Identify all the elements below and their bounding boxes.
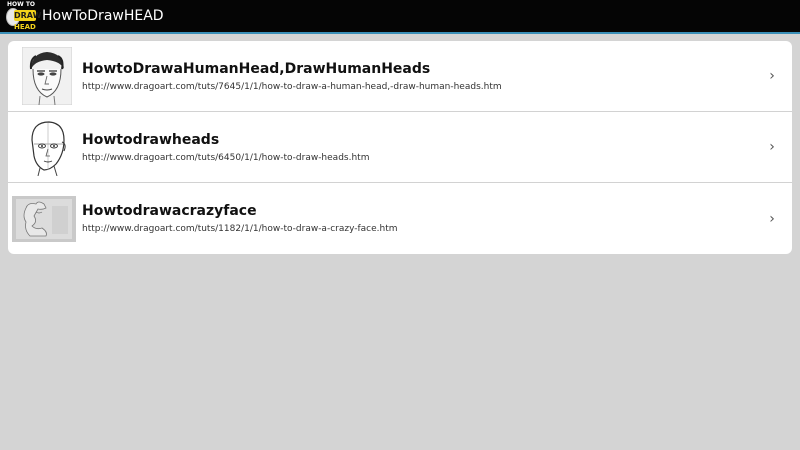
logo-text-middle: DRAW bbox=[14, 10, 42, 21]
list-item-url: http://www.dragoart.com/tuts/1182/1/1/ho… bbox=[82, 224, 398, 234]
list-item-title: HowtoDrawaHumanHead,DrawHumanHeads bbox=[82, 60, 431, 77]
app-root: HOW TO DRAW HEAD HowToDrawHEAD HowtoDraw… bbox=[0, 0, 800, 450]
chevron-right-icon: › bbox=[769, 210, 775, 227]
app-logo[interactable]: HOW TO DRAW HEAD bbox=[4, 0, 42, 32]
list-item-text: Howtodrawacrazyface http://www.dragoart.… bbox=[82, 203, 762, 234]
list-item-title: Howtodrawacrazyface bbox=[82, 203, 257, 219]
action-bar-divider bbox=[0, 32, 800, 34]
logo-text-bottom: HEAD bbox=[14, 23, 36, 31]
list-item-text: HowtoDrawaHumanHead,DrawHumanHeads http:… bbox=[82, 61, 762, 92]
list-item-title: Howtodrawheads bbox=[82, 131, 220, 148]
head-outline-thumbnail bbox=[18, 118, 76, 176]
list-item[interactable]: Howtodrawacrazyface http://www.dragoart.… bbox=[8, 183, 792, 254]
action-bar: HOW TO DRAW HEAD HowToDrawHEAD bbox=[0, 0, 800, 34]
list-item[interactable]: HowtoDrawaHumanHead,DrawHumanHeads http:… bbox=[8, 41, 792, 112]
app-title: HowToDrawHEAD bbox=[42, 8, 164, 24]
list-item-url: http://www.dragoart.com/tuts/6450/1/1/ho… bbox=[82, 152, 370, 163]
human-head-sketch-thumbnail bbox=[18, 47, 76, 105]
crazy-face-thumbnail bbox=[12, 195, 76, 242]
chevron-right-icon: › bbox=[769, 139, 775, 155]
chevron-right-icon: › bbox=[769, 68, 775, 84]
list-item-text: Howtodrawheads http://www.dragoart.com/t… bbox=[82, 132, 762, 163]
logo-text-top: HOW TO bbox=[7, 1, 36, 8]
list-item[interactable]: Howtodrawheads http://www.dragoart.com/t… bbox=[8, 112, 792, 183]
tutorial-list: HowtoDrawaHumanHead,DrawHumanHeads http:… bbox=[8, 41, 792, 254]
list-item-url: http://www.dragoart.com/tuts/7645/1/1/ho… bbox=[82, 81, 502, 92]
